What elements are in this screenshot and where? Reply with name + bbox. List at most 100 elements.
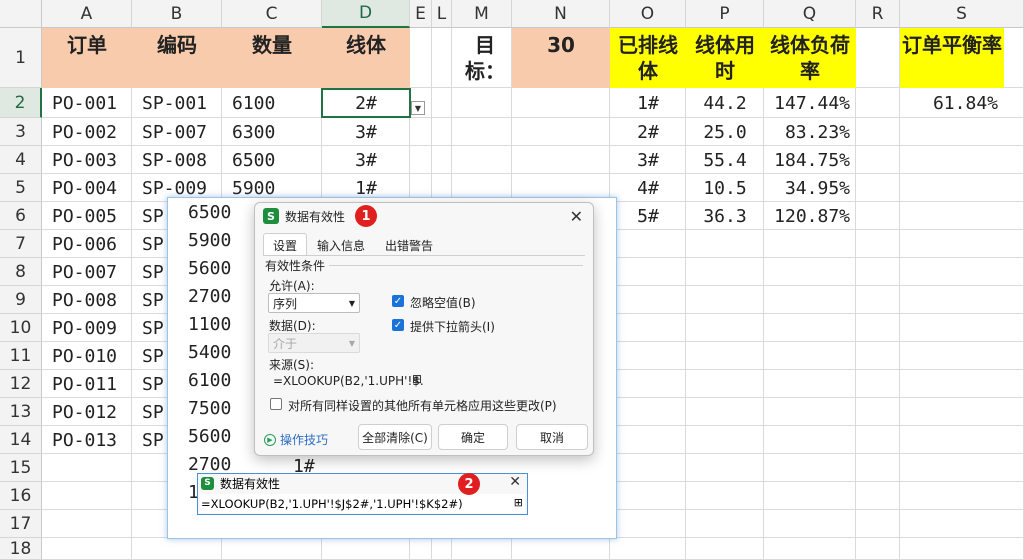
formula-input[interactable]: =XLOOKUP(B2,'1.UPH'!$J$2#,'1.UPH'!$K$2#): [200, 494, 525, 513]
order-cell[interactable]: PO-010: [42, 342, 132, 370]
scheduled-line-cell[interactable]: 3#: [610, 146, 686, 174]
header-line-load[interactable]: 线体负荷率: [764, 28, 856, 88]
column-header-q[interactable]: Q: [764, 0, 856, 28]
header-target-value[interactable]: 30: [512, 28, 610, 88]
column-header-b[interactable]: B: [132, 0, 222, 28]
column-header-c[interactable]: C: [222, 0, 322, 28]
line-cell[interactable]: 3#: [322, 118, 410, 146]
row-header-18[interactable]: 18: [0, 538, 42, 560]
header-code[interactable]: 编码: [132, 28, 222, 88]
line-load-cell[interactable]: 184.75%: [764, 146, 856, 174]
column-header-a[interactable]: A: [42, 0, 132, 28]
dropdown-arrow-checkbox[interactable]: ✓: [392, 319, 404, 331]
column-header-r[interactable]: R: [856, 0, 900, 28]
row-header-7[interactable]: 7: [0, 230, 42, 258]
column-header-l[interactable]: L: [432, 0, 452, 28]
scheduled-line-cell[interactable]: 2#: [610, 118, 686, 146]
line-time-cell[interactable]: 10.5: [686, 174, 764, 202]
ok-button[interactable]: 确定: [438, 424, 508, 450]
order-cell[interactable]: PO-012: [42, 398, 132, 426]
header-order[interactable]: 订单: [42, 28, 132, 88]
column-header-e[interactable]: E: [410, 0, 432, 28]
column-header-n[interactable]: N: [512, 0, 610, 28]
row-header-11[interactable]: 11: [0, 342, 42, 370]
header-target-label[interactable]: 目标：: [452, 28, 512, 88]
header-line[interactable]: 线体: [322, 28, 410, 88]
column-header-m[interactable]: M: [452, 0, 512, 28]
tab-error-alert[interactable]: 出错警告: [375, 233, 443, 256]
order-cell[interactable]: PO-013: [42, 426, 132, 454]
row-header-1[interactable]: 1: [0, 28, 42, 88]
data-validation-dialog[interactable]: S 数据有效性 1 ✕ 设置 输入信息 出错警告 有效性条件 允许(A): 序列…: [254, 202, 594, 456]
cancel-button[interactable]: 取消: [516, 424, 588, 450]
qty-cell[interactable]: 6300: [222, 118, 322, 146]
scheduled-line-cell[interactable]: 4#: [610, 174, 686, 202]
qty-cell[interactable]: 6100: [222, 88, 322, 118]
cell-dropdown-button[interactable]: ▼: [411, 101, 425, 115]
order-cell[interactable]: PO-002: [42, 118, 132, 146]
line-load-cell[interactable]: 83.23%: [764, 118, 856, 146]
tips-link[interactable]: ▶ 操作技巧: [264, 431, 328, 448]
row-header-13[interactable]: 13: [0, 398, 42, 426]
line-load-cell[interactable]: 34.95%: [764, 174, 856, 202]
header-line-time[interactable]: 线体用时: [686, 28, 764, 88]
line-time-cell[interactable]: 44.2: [686, 88, 764, 118]
column-header-d[interactable]: D: [322, 0, 410, 28]
scheduled-line-cell[interactable]: 1#: [610, 88, 686, 118]
order-cell[interactable]: PO-006: [42, 230, 132, 258]
header-scheduled-line[interactable]: 已排线体: [610, 28, 686, 88]
ignore-blank-checkbox[interactable]: ✓: [392, 295, 404, 307]
line-load-cell[interactable]: 147.44%: [764, 88, 856, 118]
code-cell[interactable]: SP-007: [132, 118, 222, 146]
row-header-16[interactable]: 16: [0, 482, 42, 510]
select-all-corner[interactable]: [0, 0, 42, 28]
row-header-14[interactable]: 14: [0, 426, 42, 454]
line-time-cell[interactable]: 55.4: [686, 146, 764, 174]
tab-input-message[interactable]: 输入信息: [307, 233, 375, 256]
line-time-cell[interactable]: 25.0: [686, 118, 764, 146]
qty-cell[interactable]: 6500: [222, 146, 322, 174]
code-cell[interactable]: SP-001: [132, 88, 222, 118]
row-header-17[interactable]: 17: [0, 510, 42, 538]
order-cell[interactable]: PO-009: [42, 314, 132, 342]
row-header-10[interactable]: 10: [0, 314, 42, 342]
order-cell[interactable]: PO-004: [42, 174, 132, 202]
close-icon[interactable]: ✕: [509, 474, 521, 490]
code-cell[interactable]: SP-008: [132, 146, 222, 174]
allow-select[interactable]: 序列 ▼: [268, 293, 360, 313]
balance-value[interactable]: 61.84%: [900, 89, 1004, 117]
row-header-5[interactable]: 5: [0, 174, 42, 202]
line-load-cell[interactable]: 120.87%: [764, 202, 856, 230]
row-header-15[interactable]: 15: [0, 454, 42, 482]
column-header-s[interactable]: S: [900, 0, 1024, 28]
close-icon[interactable]: ✕: [570, 207, 583, 226]
row-header-9[interactable]: 9: [0, 286, 42, 314]
range-picker-icon[interactable]: ⊞: [412, 372, 422, 386]
row-header-8[interactable]: 8: [0, 258, 42, 286]
order-cell[interactable]: PO-011: [42, 370, 132, 398]
header-order-balance[interactable]: 订单平衡率: [900, 28, 1004, 88]
range-picker-icon[interactable]: ⊞: [514, 496, 523, 509]
selected-cell-d2[interactable]: [321, 88, 411, 118]
column-header-o[interactable]: O: [610, 0, 686, 28]
clear-all-button[interactable]: 全部清除(C): [358, 424, 432, 450]
order-cell[interactable]: PO-007: [42, 258, 132, 286]
apply-all-checkbox[interactable]: [270, 398, 282, 410]
row-header-6[interactable]: 6: [0, 202, 42, 230]
header-qty[interactable]: 数量: [222, 28, 322, 88]
tab-settings[interactable]: 设置: [263, 233, 308, 256]
row-header-2[interactable]: 2: [0, 88, 42, 118]
order-cell[interactable]: PO-008: [42, 286, 132, 314]
order-cell[interactable]: PO-005: [42, 202, 132, 230]
order-cell[interactable]: PO-001: [42, 88, 132, 118]
row-header-3[interactable]: 3: [0, 118, 42, 146]
source-input[interactable]: =XLOOKUP(B2,'1.UPH'!$.: [273, 374, 424, 388]
dialog-titlebar[interactable]: S 数据有效性 1 ✕: [255, 203, 593, 229]
row-header-4[interactable]: 4: [0, 146, 42, 174]
line-time-cell[interactable]: 36.3: [686, 202, 764, 230]
row-header-12[interactable]: 12: [0, 370, 42, 398]
line-cell[interactable]: 3#: [322, 146, 410, 174]
order-cell[interactable]: PO-003: [42, 146, 132, 174]
column-header-p[interactable]: P: [686, 0, 764, 28]
scheduled-line-cell[interactable]: 5#: [610, 202, 686, 230]
